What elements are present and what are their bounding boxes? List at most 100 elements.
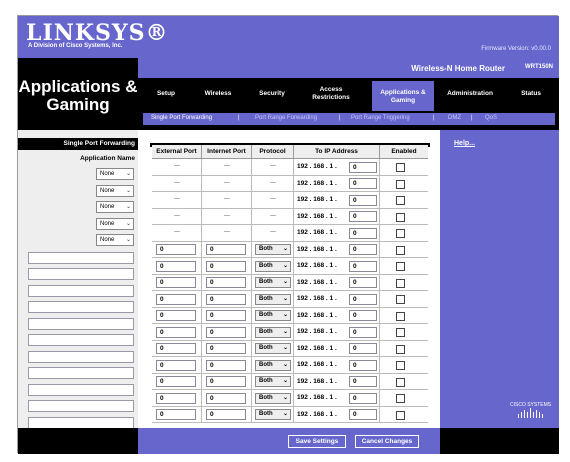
application-name-input[interactable] [28, 284, 134, 297]
enabled-checkbox[interactable] [396, 410, 405, 420]
tab-wireless[interactable]: Wireless [196, 90, 240, 98]
ip-last-octet-input[interactable]: 0 [349, 326, 377, 338]
ip-last-octet-input[interactable]: 0 [349, 409, 377, 420]
ip-last-octet-input[interactable]: 0 [349, 293, 377, 305]
tab-administration[interactable]: Administration [438, 90, 502, 98]
subtab-qos[interactable]: QoS [485, 115, 497, 121]
ip-last-octet-input[interactable]: 0 [349, 260, 377, 272]
ip-last-octet-input[interactable]: 0 [349, 392, 377, 404]
protocol-select[interactable]: Both ⌄ [255, 343, 291, 354]
ip-last-octet-input[interactable]: 0 [349, 211, 377, 222]
application-name-input[interactable] [28, 400, 134, 412]
protocol-select[interactable]: Both ⌄ [255, 359, 291, 371]
ip-last-octet-input[interactable]: 0 [349, 161, 377, 173]
enabled-checkbox[interactable] [396, 344, 405, 354]
internet-port-input[interactable]: 0 [206, 310, 246, 321]
external-port-input[interactable]: 0 [156, 359, 196, 371]
enabled-checkbox[interactable] [396, 361, 405, 370]
application-name-input[interactable] [28, 301, 134, 313]
external-port-input[interactable]: 0 [156, 392, 196, 404]
internet-port-input[interactable]: 0 [206, 260, 246, 272]
ip-last-octet-input[interactable]: 0 [349, 244, 377, 255]
ip-last-octet-input[interactable]: 0 [349, 194, 377, 206]
protocol-select[interactable]: Both ⌄ [255, 392, 291, 404]
external-port-input[interactable]: 0 [156, 343, 196, 354]
application-name-input[interactable] [28, 317, 134, 330]
external-port-input[interactable]: 0 [156, 310, 196, 321]
enabled-checkbox[interactable] [396, 212, 405, 222]
enabled-checkbox[interactable] [396, 377, 405, 387]
internet-port-input[interactable]: 0 [206, 277, 246, 288]
application-name-input[interactable] [28, 251, 134, 264]
ip-last-octet-input[interactable]: 0 [349, 376, 377, 387]
application-select[interactable]: None ⌄ [96, 168, 134, 180]
application-name-input[interactable] [28, 367, 134, 379]
enabled-checkbox[interactable] [396, 196, 405, 205]
subtab-port-range-triggering[interactable]: Port Range Triggering [351, 115, 410, 121]
protocol-select[interactable]: Both ⌄ [255, 244, 291, 255]
application-select[interactable]: None ⌄ [96, 217, 134, 230]
application-name-input[interactable] [28, 334, 134, 346]
internet-port-input[interactable]: 0 [206, 244, 246, 255]
application-select[interactable]: None ⌄ [96, 184, 134, 197]
enabled-checkbox[interactable] [396, 295, 405, 304]
save-settings-button[interactable]: Save Settings [288, 435, 346, 448]
protocol-cell: --- [252, 175, 294, 191]
ip-last-octet-input[interactable]: 0 [349, 343, 377, 354]
tab-access-restrictions[interactable]: Access Restrictions [300, 86, 362, 102]
enabled-checkbox[interactable] [396, 328, 405, 337]
help-link[interactable]: Help... [454, 140, 475, 147]
external-port-input[interactable]: 0 [156, 409, 196, 420]
enabled-checkbox[interactable] [396, 262, 405, 271]
internet-port-input[interactable]: 0 [206, 392, 246, 404]
internet-port-input[interactable]: 0 [206, 409, 246, 420]
protocol-select[interactable]: Both ⌄ [255, 376, 291, 387]
internet-port-input[interactable]: 0 [206, 343, 246, 354]
enabled-checkbox[interactable] [396, 394, 405, 403]
ip-last-octet-input[interactable]: 0 [349, 359, 377, 371]
ip-last-octet-input[interactable]: 0 [349, 178, 377, 189]
application-select[interactable]: None ⌄ [96, 234, 134, 246]
protocol-select[interactable]: Both ⌄ [255, 326, 291, 338]
enabled-checkbox[interactable] [396, 278, 405, 288]
external-port-input[interactable]: 0 [156, 293, 196, 305]
ip-last-octet-input[interactable]: 0 [349, 277, 377, 288]
cancel-changes-button[interactable]: Cancel Changes [355, 435, 419, 448]
protocol-select[interactable]: Both ⌄ [255, 409, 291, 420]
ip-last-octet-input[interactable]: 0 [349, 227, 377, 239]
subtab-port-range-forwarding[interactable]: Port Range Forwarding [255, 115, 317, 121]
enabled-checkbox[interactable] [396, 163, 405, 172]
enabled-checkbox[interactable] [396, 229, 405, 238]
subtab-single-port-forwarding[interactable]: Single Port Forwarding [151, 115, 212, 121]
application-name-input[interactable] [28, 383, 134, 396]
application-name-input[interactable] [28, 416, 134, 429]
tab-status[interactable]: Status [508, 90, 554, 98]
external-port-input[interactable]: 0 [156, 376, 196, 387]
tab-setup[interactable]: Setup [146, 90, 186, 98]
internet-port-input[interactable]: 0 [206, 293, 246, 305]
internet-port-input[interactable]: 0 [206, 376, 246, 387]
subtab-dmz[interactable]: DMZ [448, 115, 461, 121]
enabled-checkbox[interactable] [396, 311, 405, 321]
ip-last-octet-input[interactable]: 0 [349, 310, 377, 321]
chevron-down-icon: ⌄ [125, 237, 131, 243]
external-port-input[interactable]: 0 [156, 244, 196, 255]
application-name-input[interactable] [28, 268, 134, 280]
internet-port-input[interactable]: 0 [206, 359, 246, 371]
enabled-checkbox[interactable] [396, 179, 405, 189]
external-port-input[interactable]: 0 [156, 277, 196, 288]
protocol-select[interactable]: Both ⌄ [255, 310, 291, 321]
tab-security[interactable]: Security [250, 90, 294, 98]
ip-address-cell: 192 . 168 . 1 . 0 [294, 241, 380, 257]
protocol-select[interactable]: Both ⌄ [255, 277, 291, 288]
protocol-select[interactable]: Both ⌄ [255, 260, 291, 272]
protocol-select[interactable]: Both ⌄ [255, 293, 291, 305]
left-column: Single Port Forwarding Application Name … [18, 130, 138, 429]
external-port-input[interactable]: 0 [156, 326, 196, 338]
external-port-input[interactable]: 0 [156, 260, 196, 272]
internet-port-input[interactable]: 0 [206, 326, 246, 338]
application-select[interactable]: None ⌄ [96, 201, 134, 213]
application-name-input[interactable] [28, 350, 134, 363]
tab-applications-gaming[interactable]: Applications & Gaming [372, 81, 434, 111]
enabled-checkbox[interactable] [396, 245, 405, 255]
